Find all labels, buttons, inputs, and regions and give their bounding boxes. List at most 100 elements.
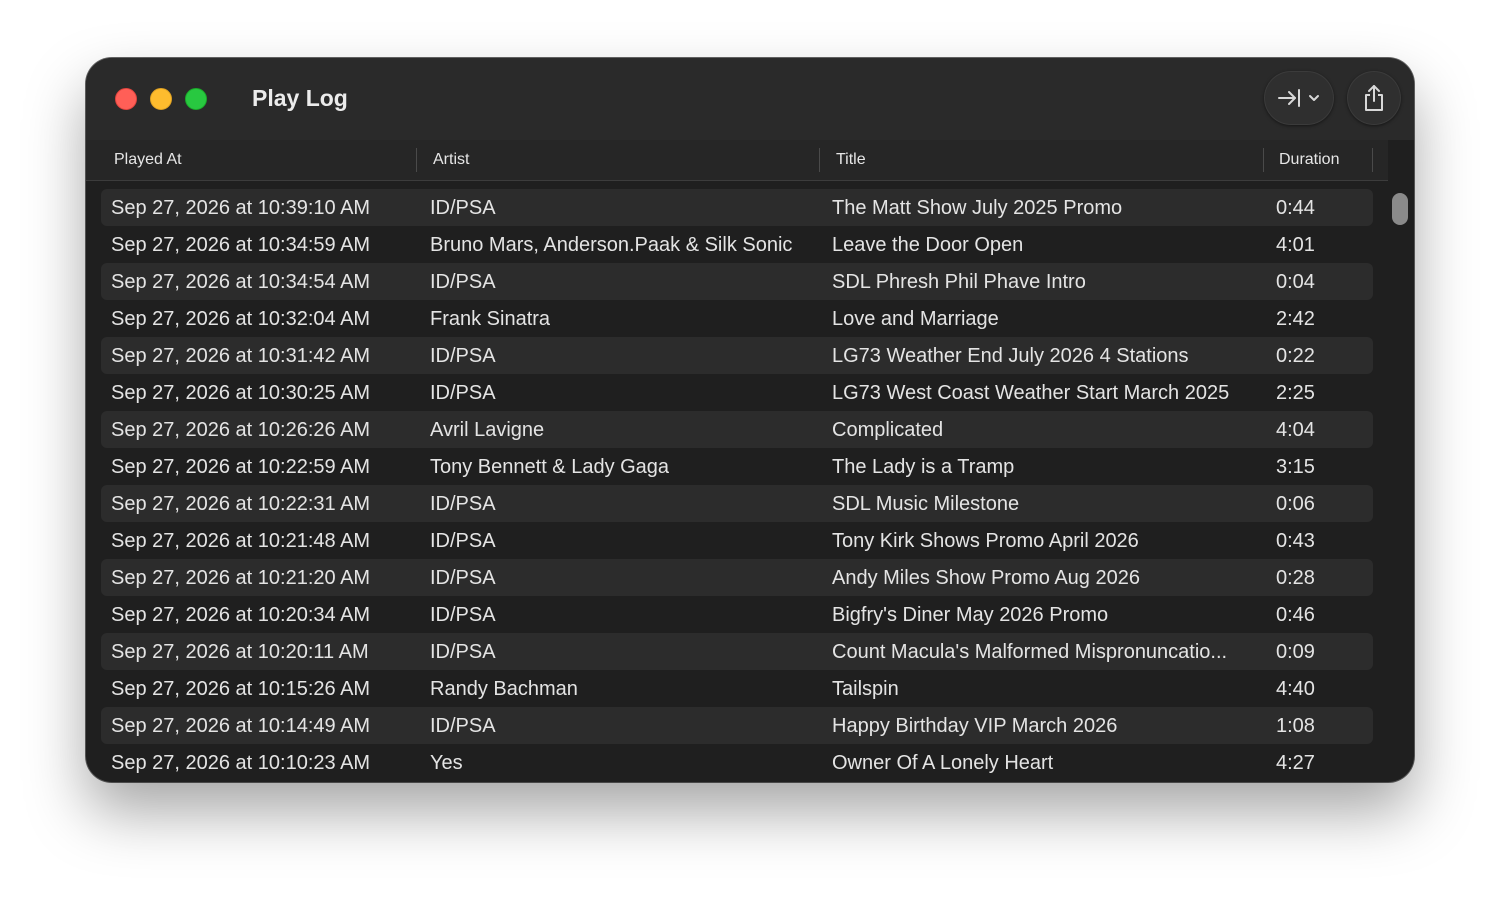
table-row[interactable]: Sep 27, 2026 at 10:31:42 AM ID/PSA LG73 We…	[101, 337, 1373, 374]
title-cell: Love and Marriage	[832, 308, 999, 330]
zoom-button[interactable]	[185, 88, 207, 110]
share-button[interactable]	[1347, 71, 1401, 125]
title-cell: Happy Birthday VIP March 2026	[832, 715, 1118, 737]
artist-cell: ID/PSA	[430, 530, 496, 552]
title-cell: SDL Music Milestone	[832, 493, 1020, 515]
title-cell: Complicated	[832, 419, 944, 441]
scrollbar-thumb[interactable]	[1392, 193, 1408, 225]
duration-cell: 0:44	[1276, 197, 1315, 219]
artist-cell: ID/PSA	[430, 345, 496, 367]
title-cell: The Lady is a Tramp	[832, 456, 1015, 478]
column-divider[interactable]	[819, 148, 820, 172]
table-row[interactable]: Sep 27, 2026 at 10:34:54 AM ID/PSA SDL Phr…	[101, 263, 1373, 300]
played-at-cell: Sep 27, 2026 at 10:22:31 AM	[111, 493, 371, 515]
title-cell: Tailspin	[832, 678, 899, 700]
table-row[interactable]: Sep 27, 2026 at 10:26:26 AM Avril Lavigne…	[101, 411, 1373, 448]
duration-cell: 0:04	[1276, 271, 1315, 293]
played-at-cell: Sep 27, 2026 at 10:34:54 AM	[111, 271, 371, 293]
played-at-cell: Sep 27, 2026 at 10:31:42 AM	[111, 345, 371, 367]
artist-cell: Avril Lavigne	[430, 419, 545, 441]
minimize-button[interactable]	[150, 88, 172, 110]
played-at-cell: Sep 27, 2026 at 10:22:59 AM	[111, 456, 371, 478]
title-cell: Andy Miles Show Promo Aug 2026	[832, 567, 1140, 589]
title-cell: Tony Kirk Shows Promo April 2026	[832, 530, 1139, 552]
duration-cell: 4:27	[1276, 752, 1315, 774]
table-row[interactable]: Sep 27, 2026 at 10:15:26 AM Randy Bachman…	[101, 670, 1373, 707]
played-at-cell: Sep 27, 2026 at 10:32:04 AM	[111, 308, 371, 330]
title-cell: Bigfry's Diner May 2026 Promo	[832, 604, 1109, 626]
duration-cell: 2:25	[1276, 382, 1315, 404]
table-row[interactable]: Sep 27, 2026 at 10:39:10 AM ID/PSA The Mat…	[101, 189, 1373, 226]
duration-cell: 3:15	[1276, 456, 1315, 478]
duration-cell: 0:09	[1276, 641, 1315, 663]
title-cell: Owner Of A Lonely Heart	[832, 752, 1054, 774]
duration-cell: 2:42	[1276, 308, 1315, 330]
window-title: Play Log	[252, 85, 348, 111]
duration-cell: 0:06	[1276, 493, 1315, 515]
table-row[interactable]: Sep 27, 2026 at 10:10:23 AM Yes Owner Of A…	[101, 744, 1373, 781]
column-divider[interactable]	[1372, 148, 1373, 172]
artist-cell: Frank Sinatra	[430, 308, 551, 330]
column-header-played-at[interactable]: Played At	[114, 151, 182, 169]
title-cell: SDL Phresh Phil Phave Intro	[832, 271, 1086, 293]
vertical-scrollbar[interactable]	[1392, 191, 1408, 771]
table-row[interactable]: Sep 27, 2026 at 10:22:31 AM ID/PSA SDL Mus…	[101, 485, 1373, 522]
played-at-cell: Sep 27, 2026 at 10:30:25 AM	[111, 382, 371, 404]
jump-to-latest-icon	[1277, 87, 1307, 109]
artist-cell: ID/PSA	[430, 493, 496, 515]
play-log-window: Play Log Played At Artist Title Duration…	[86, 58, 1414, 782]
played-at-cell: Sep 27, 2026 at 10:21:20 AM	[111, 567, 371, 589]
title-cell: The Matt Show July 2025 Promo	[832, 197, 1123, 219]
table-row[interactable]: Sep 27, 2026 at 10:32:04 AM Frank Sinatra…	[101, 300, 1373, 337]
artist-cell: ID/PSA	[430, 567, 496, 589]
column-header-artist[interactable]: Artist	[433, 151, 469, 169]
played-at-cell: Sep 27, 2026 at 10:15:26 AM	[111, 678, 371, 700]
duration-cell: 0:22	[1276, 345, 1315, 367]
share-icon	[1361, 83, 1387, 113]
played-at-cell: Sep 27, 2026 at 10:39:10 AM	[111, 197, 371, 219]
table-row[interactable]: Sep 27, 2026 at 10:20:34 AM ID/PSA Bigfry'…	[101, 596, 1373, 633]
column-divider[interactable]	[1263, 148, 1264, 172]
duration-cell: 0:28	[1276, 567, 1315, 589]
played-at-cell: Sep 27, 2026 at 10:34:59 AM	[111, 234, 371, 256]
artist-cell: ID/PSA	[430, 641, 496, 663]
duration-cell: 1:08	[1276, 715, 1315, 737]
duration-cell: 0:46	[1276, 604, 1315, 626]
play-log-table: Sep 27, 2026 at 10:39:10 AM ID/PSA The Mat…	[101, 189, 1373, 781]
artist-cell: ID/PSA	[430, 197, 496, 219]
table-row[interactable]: Sep 27, 2026 at 10:34:59 AM Bruno Mars, A…	[101, 226, 1373, 263]
played-at-cell: Sep 27, 2026 at 10:10:23 AM	[111, 752, 371, 774]
table-row[interactable]: Sep 27, 2026 at 10:21:48 AM ID/PSA Tony Ki…	[101, 522, 1373, 559]
played-at-cell: Sep 27, 2026 at 10:26:26 AM	[111, 419, 371, 441]
title-cell: Leave the Door Open	[832, 234, 1024, 256]
column-header-title[interactable]: Title	[836, 151, 866, 169]
titlebar: Play Log	[86, 58, 1414, 140]
column-divider[interactable]	[416, 148, 417, 172]
table-row[interactable]: Sep 27, 2026 at 10:14:49 AM ID/PSA Happy B…	[101, 707, 1373, 744]
title-cell: LG73 Weather End July 2026 4 Stations	[832, 345, 1189, 367]
artist-cell: Yes	[430, 752, 463, 774]
played-at-cell: Sep 27, 2026 at 10:21:48 AM	[111, 530, 371, 552]
artist-cell: Bruno Mars, Anderson.Paak & Silk Sonic	[430, 234, 793, 256]
chevron-down-icon	[1307, 93, 1321, 103]
played-at-cell: Sep 27, 2026 at 10:14:49 AM	[111, 715, 371, 737]
column-header-duration[interactable]: Duration	[1279, 151, 1339, 169]
jump-to-latest-button[interactable]	[1264, 71, 1334, 125]
duration-cell: 4:04	[1276, 419, 1315, 441]
table-header: Played At Artist Title Duration	[86, 140, 1388, 181]
duration-cell: 4:40	[1276, 678, 1315, 700]
table-row[interactable]: Sep 27, 2026 at 10:21:20 AM ID/PSA Andy Mi…	[101, 559, 1373, 596]
table-row[interactable]: Sep 27, 2026 at 10:20:11 AM ID/PSA Count M…	[101, 633, 1373, 670]
table-row[interactable]: Sep 27, 2026 at 10:22:59 AM Tony Bennett …	[101, 448, 1373, 485]
artist-cell: ID/PSA	[430, 271, 496, 293]
artist-cell: ID/PSA	[430, 382, 496, 404]
artist-cell: ID/PSA	[430, 715, 496, 737]
title-cell: Count Macula's Malformed Mispronuncatio.…	[832, 641, 1228, 663]
table-row[interactable]: Sep 27, 2026 at 10:30:25 AM ID/PSA LG73 We…	[101, 374, 1373, 411]
artist-cell: Randy Bachman	[430, 678, 578, 700]
duration-cell: 0:43	[1276, 530, 1315, 552]
artist-cell: ID/PSA	[430, 604, 496, 626]
artist-cell: Tony Bennett & Lady Gaga	[430, 456, 670, 478]
title-cell: LG73 West Coast Weather Start March 2025	[832, 382, 1230, 404]
close-button[interactable]	[115, 88, 137, 110]
